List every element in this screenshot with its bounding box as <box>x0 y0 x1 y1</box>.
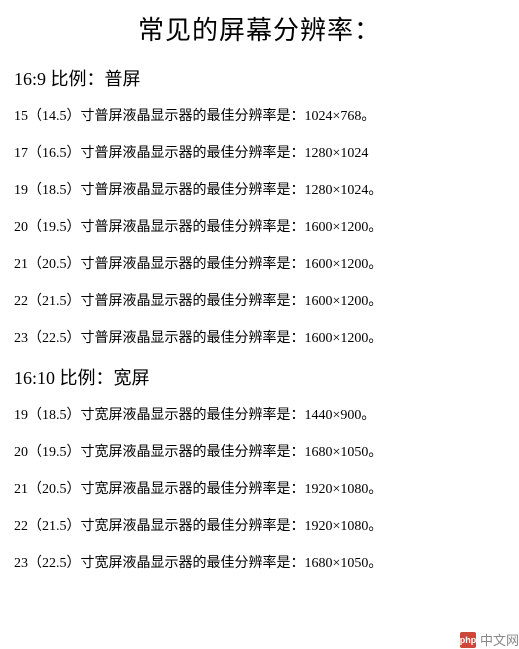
resolution-row: 19（18.5）寸宽屏液晶显示器的最佳分辨率是：1440×900。 <box>14 404 505 424</box>
resolution-row: 15（14.5）寸普屏液晶显示器的最佳分辨率是：1024×768。 <box>14 105 505 125</box>
resolution-row: 17（16.5）寸普屏液晶显示器的最佳分辨率是：1280×1024 <box>14 142 505 162</box>
resolution-row: 20（19.5）寸宽屏液晶显示器的最佳分辨率是：1680×1050。 <box>14 441 505 461</box>
sections-container: 16:9 比例：普屏 15（14.5）寸普屏液晶显示器的最佳分辨率是：1024×7… <box>14 65 505 572</box>
resolution-row: 21（20.5）寸普屏液晶显示器的最佳分辨率是：1600×1200。 <box>14 253 505 273</box>
watermark-label: 中文网 <box>480 630 519 649</box>
page-title: 常见的屏幕分辨率： <box>14 10 505 47</box>
resolution-row: 23（22.5）寸普屏液晶显示器的最佳分辨率是：1600×1200。 <box>14 327 505 347</box>
resolution-row: 23（22.5）寸宽屏液晶显示器的最佳分辨率是：1680×1050。 <box>14 552 505 572</box>
resolution-row: 22（21.5）寸宽屏液晶显示器的最佳分辨率是：1920×1080。 <box>14 515 505 535</box>
resolution-row: 20（19.5）寸普屏液晶显示器的最佳分辨率是：1600×1200。 <box>14 216 505 236</box>
resolution-row: 21（20.5）寸宽屏液晶显示器的最佳分辨率是：1920×1080。 <box>14 478 505 498</box>
php-logo-icon: php <box>460 632 476 648</box>
section-header: 16:10 比例：宽屏 <box>14 364 505 390</box>
watermark: php 中文网 <box>460 630 519 649</box>
resolution-row: 19（18.5）寸普屏液晶显示器的最佳分辨率是：1280×1024。 <box>14 179 505 199</box>
resolution-row: 22（21.5）寸普屏液晶显示器的最佳分辨率是：1600×1200。 <box>14 290 505 310</box>
section-header: 16:9 比例：普屏 <box>14 65 505 91</box>
